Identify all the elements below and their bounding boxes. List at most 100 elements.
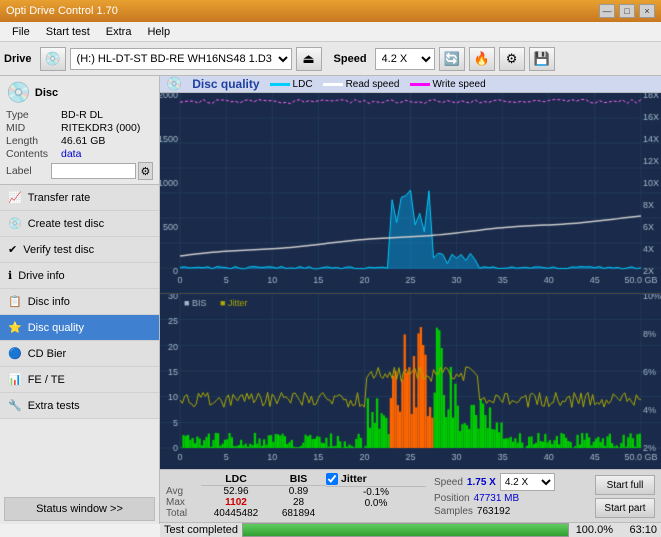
- cd-bier-icon: 🔵: [8, 347, 22, 360]
- ldc-col-header: LDC: [201, 473, 271, 486]
- speed-row-select[interactable]: 4.2 X: [500, 473, 555, 491]
- disc-icon: 💿: [6, 80, 31, 105]
- eject-button[interactable]: ⏏: [296, 47, 322, 71]
- length-value: 46.61 GB: [61, 135, 105, 147]
- max-ldc-value: 1102: [201, 497, 271, 508]
- nav-disc-info-label: Disc info: [28, 296, 70, 308]
- drive-label: Drive: [4, 53, 32, 65]
- start-part-button[interactable]: Start part: [595, 498, 655, 518]
- speed-label: Speed: [334, 53, 367, 65]
- nav-create-test-disc[interactable]: 💿 Create test disc: [0, 211, 159, 237]
- legend-read-speed: Read speed: [323, 79, 400, 90]
- legend-ldc: LDC: [270, 79, 313, 90]
- avg-ldc-value: 52.96: [201, 486, 271, 497]
- menu-start-test[interactable]: Start test: [38, 24, 98, 40]
- total-row-label: Total: [166, 508, 201, 519]
- transfer-rate-icon: 📈: [8, 191, 22, 204]
- nav-drive-info[interactable]: ℹ Drive info: [0, 263, 159, 289]
- titlebar: Opti Drive Control 1.70 — □ ×: [0, 0, 661, 22]
- disc-label-input[interactable]: [51, 163, 136, 179]
- burn-button[interactable]: 🔥: [469, 47, 495, 71]
- disc-label-button[interactable]: ⚙: [138, 162, 153, 180]
- menu-file[interactable]: File: [4, 24, 38, 40]
- main-layout: 💿 Disc Type BD-R DL MID RITEKDR3 (000) L…: [0, 76, 661, 524]
- progress-bar-fill: [243, 524, 568, 536]
- extra-tests-icon: 🔧: [8, 399, 22, 412]
- drive-select[interactable]: (H:) HL-DT-ST BD-RE WH16NS48 1.D3: [70, 48, 292, 70]
- stats-bar: LDC BIS Avg 52.96 0.89 Max 1102 28 Tot: [160, 469, 661, 522]
- contents-value: data: [61, 148, 81, 160]
- nav-verify-test-disc[interactable]: ✔ Verify test disc: [0, 237, 159, 263]
- disc-quality-title: Disc quality: [192, 77, 259, 91]
- progress-time: 63:10: [617, 524, 657, 536]
- contents-label: Contents: [6, 148, 61, 160]
- status-text: Test completed: [164, 524, 238, 536]
- nav-cd-bier-label: CD Bier: [28, 348, 67, 360]
- start-full-button[interactable]: Start full: [595, 475, 655, 495]
- max-bis-value: 28: [271, 497, 326, 508]
- nav-disc-quality[interactable]: ⭐ Disc quality: [0, 315, 159, 341]
- settings-button[interactable]: ⚙: [499, 47, 525, 71]
- nav-extra-tests-label: Extra tests: [28, 400, 80, 412]
- bis-col-header: BIS: [271, 473, 326, 486]
- fe-te-icon: 📊: [8, 373, 22, 386]
- create-test-disc-icon: 💿: [8, 217, 22, 230]
- nav-disc-quality-label: Disc quality: [28, 322, 84, 334]
- nav-verify-test-disc-label: Verify test disc: [23, 244, 94, 256]
- status-window-button[interactable]: Status window >>: [4, 497, 155, 521]
- mid-value: RITEKDR3 (000): [61, 122, 140, 134]
- refresh-button[interactable]: 🔄: [439, 47, 465, 71]
- speed-select[interactable]: 4.2 X: [375, 48, 435, 70]
- max-row-label: Max: [166, 497, 201, 508]
- disc-quality-header: 💿 Disc quality LDC Read speed Write spee…: [160, 76, 661, 93]
- nav-transfer-rate[interactable]: 📈 Transfer rate: [0, 185, 159, 211]
- total-ldc-value: 40445482: [201, 508, 271, 519]
- nav-items: 📈 Transfer rate 💿 Create test disc ✔ Ver…: [0, 185, 159, 494]
- nav-fe-te[interactable]: 📊 FE / TE: [0, 367, 159, 393]
- toolbar: Drive 💿 (H:) HL-DT-ST BD-RE WH16NS48 1.D…: [0, 42, 661, 76]
- nav-create-test-disc-label: Create test disc: [28, 218, 104, 230]
- samples-row-label: Samples: [434, 506, 473, 517]
- close-button[interactable]: ×: [639, 4, 655, 18]
- ldc-chart: [160, 93, 661, 293]
- drive-icon-btn[interactable]: 💿: [40, 47, 66, 71]
- avg-jitter-value: -0.1%: [326, 487, 426, 498]
- nav-transfer-rate-label: Transfer rate: [28, 192, 91, 204]
- length-label: Length: [6, 135, 61, 147]
- verify-test-disc-icon: ✔: [8, 243, 17, 256]
- legend-write-speed-label: Write speed: [433, 79, 486, 90]
- label-label: Label: [6, 165, 51, 177]
- sidebar: 💿 Disc Type BD-R DL MID RITEKDR3 (000) L…: [0, 76, 160, 524]
- maximize-button[interactable]: □: [619, 4, 635, 18]
- disc-quality-icon-header: 💿: [166, 76, 182, 92]
- content-area: 💿 Disc quality LDC Read speed Write spee…: [160, 76, 661, 524]
- bis-jitter-chart: [160, 294, 661, 469]
- jitter-checkbox[interactable]: [326, 473, 338, 485]
- disc-panel: 💿 Disc Type BD-R DL MID RITEKDR3 (000) L…: [0, 76, 159, 185]
- position-row-value: 47731 MB: [474, 493, 520, 504]
- disc-quality-icon: ⭐: [8, 321, 22, 334]
- drive-info-icon: ℹ: [8, 269, 12, 282]
- menu-extra[interactable]: Extra: [98, 24, 140, 40]
- jitter-col-header: Jitter: [341, 473, 367, 485]
- legend-write-speed-color: [410, 83, 430, 86]
- nav-disc-info[interactable]: 📋 Disc info: [0, 289, 159, 315]
- legend-write-speed: Write speed: [410, 79, 486, 90]
- samples-row-value: 763192: [477, 506, 510, 517]
- legend-ldc-color: [270, 83, 290, 86]
- nav-extra-tests[interactable]: 🔧 Extra tests: [0, 393, 159, 419]
- disc-panel-title: Disc: [35, 87, 58, 99]
- save-button[interactable]: 💾: [529, 47, 555, 71]
- disc-info-icon: 📋: [8, 295, 22, 308]
- charts-area: [160, 93, 661, 469]
- menu-help[interactable]: Help: [139, 24, 178, 40]
- mid-label: MID: [6, 122, 61, 134]
- progress-area: Test completed 100.0% 63:10: [160, 522, 661, 537]
- minimize-button[interactable]: —: [599, 4, 615, 18]
- legend-read-speed-label: Read speed: [346, 79, 400, 90]
- nav-cd-bier[interactable]: 🔵 CD Bier: [0, 341, 159, 367]
- type-label: Type: [6, 109, 61, 121]
- legend-ldc-label: LDC: [293, 79, 313, 90]
- speed-row-value: 1.75 X: [467, 477, 496, 488]
- max-jitter-value: 0.0%: [326, 498, 426, 509]
